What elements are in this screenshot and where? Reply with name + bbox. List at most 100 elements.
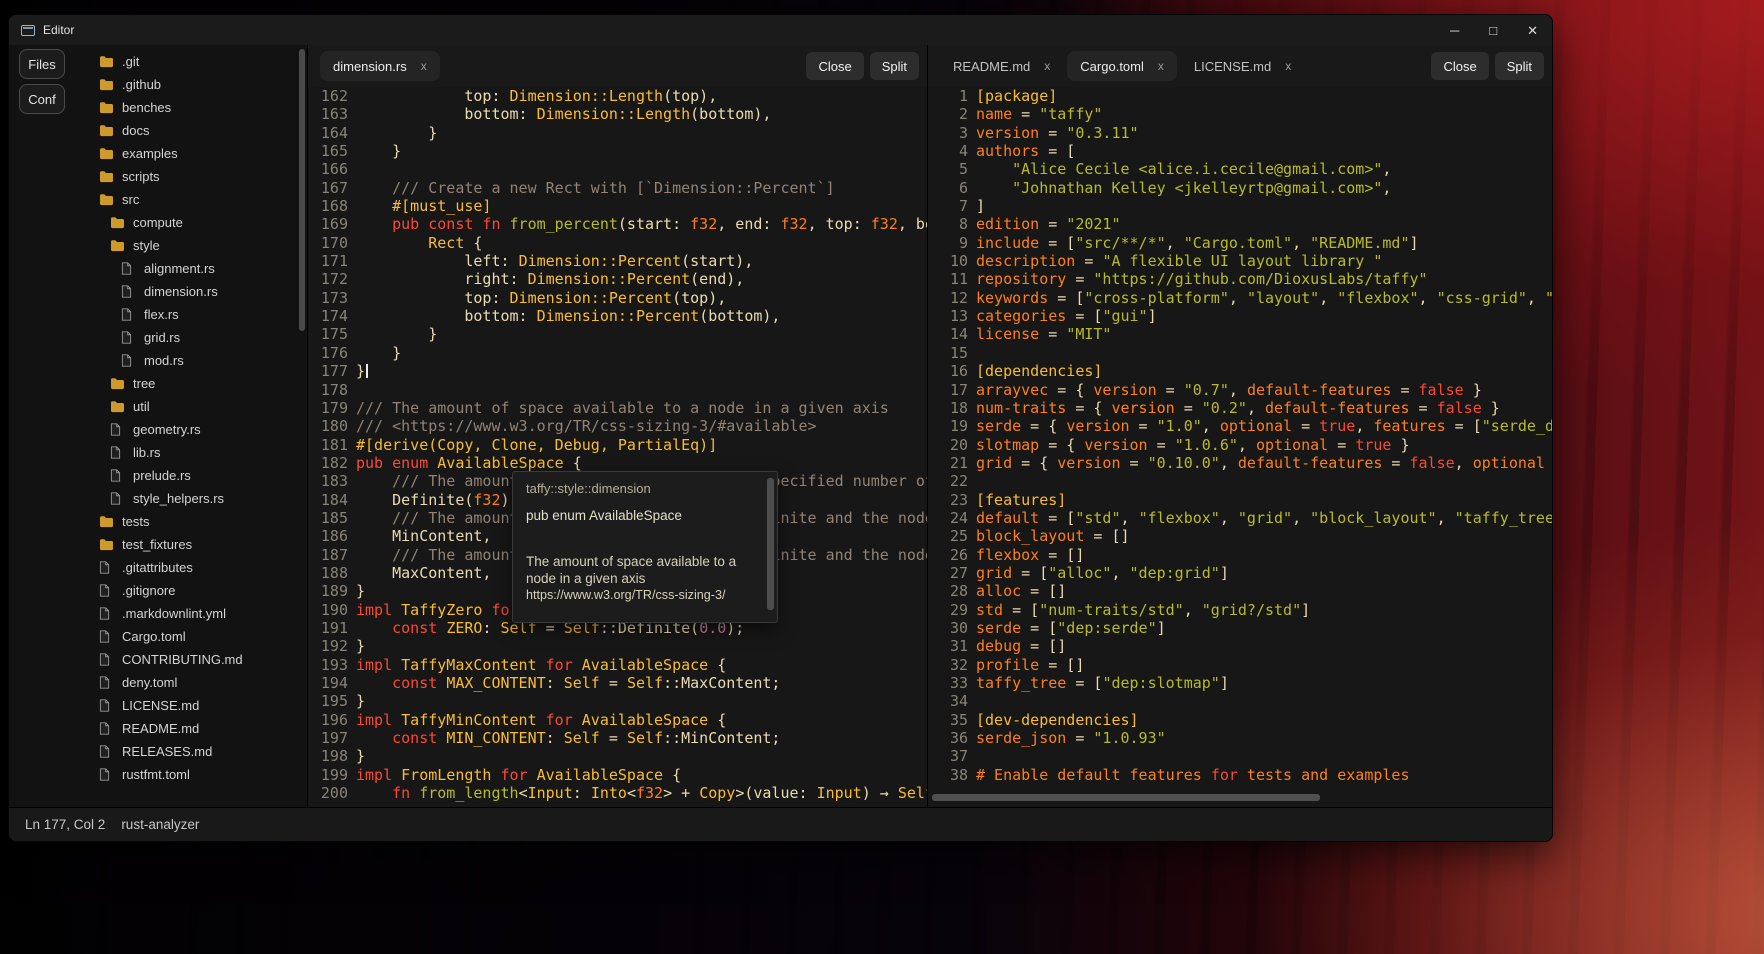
tree-item-benches[interactable]: benches [75,96,307,119]
tree-item--github[interactable]: .github [75,73,307,96]
code-line-21[interactable]: 21grid = { version = "0.10.0", default-f… [928,454,1552,472]
code-line-25[interactable]: 25block_layout = [] [928,527,1552,545]
code-line-23[interactable]: 23[features] [928,491,1552,509]
tree-item-style-helpers-rs[interactable]: style_helpers.rs [75,487,307,510]
code-line-173[interactable]: 173 top: Dimension::Percent(top), [308,289,927,307]
code-line-198[interactable]: 198} [308,747,927,765]
code-line-18[interactable]: 18num-traits = { version = "0.2", defaul… [928,399,1552,417]
code-line-193[interactable]: 193impl TaffyMaxContent for AvailableSpa… [308,656,927,674]
code-line-10[interactable]: 10description = "A flexible UI layout li… [928,252,1552,270]
tab-dimension-rs[interactable]: dimension.rs x [320,51,440,81]
code-line-165[interactable]: 165 } [308,142,927,160]
code-line-169[interactable]: 169 pub const fn from_percent(start: f32… [308,215,927,233]
code-line-166[interactable]: 166 [308,160,927,178]
left-editor-code[interactable]: 162 top: Dimension::Length(top),163 bott… [308,87,927,807]
tab-readme-md[interactable]: README.md x [940,51,1063,81]
code-line-31[interactable]: 31debug = [] [928,637,1552,655]
code-line-7[interactable]: 7] [928,197,1552,215]
tree-item-dimension-rs[interactable]: dimension.rs [75,280,307,303]
code-line-175[interactable]: 175 } [308,325,927,343]
tree-item-test-fixtures[interactable]: test_fixtures [75,533,307,556]
code-line-22[interactable]: 22 [928,472,1552,490]
tree-item-alignment-rs[interactable]: alignment.rs [75,257,307,280]
split-pane-button[interactable]: Split [1495,52,1544,80]
code-line-17[interactable]: 17arrayvec = { version = "0.7", default-… [928,381,1552,399]
tree-item--git[interactable]: .git [75,50,307,73]
code-line-35[interactable]: 35[dev-dependencies] [928,711,1552,729]
code-line-37[interactable]: 37 [928,747,1552,765]
code-line-179[interactable]: 179/// The amount of space available to … [308,399,927,417]
code-line-196[interactable]: 196impl TaffyMinContent for AvailableSpa… [308,711,927,729]
code-line-197[interactable]: 197 const MIN_CONTENT: Self = Self::MinC… [308,729,927,747]
right-editor-code[interactable]: 1[package]2name = "taffy"3version = "0.3… [928,87,1552,807]
code-line-36[interactable]: 36serde_json = "1.0.93" [928,729,1552,747]
code-line-194[interactable]: 194 const MAX_CONTENT: Self = Self::MaxC… [308,674,927,692]
code-line-164[interactable]: 164 } [308,124,927,142]
code-line-28[interactable]: 28alloc = [] [928,582,1552,600]
code-line-11[interactable]: 11repository = "https://github.com/Dioxu… [928,270,1552,288]
code-line-27[interactable]: 27grid = ["alloc", "dep:grid"] [928,564,1552,582]
code-line-181[interactable]: 181#[derive(Copy, Clone, Debug, PartialE… [308,436,927,454]
code-line-2[interactable]: 2name = "taffy" [928,105,1552,123]
code-line-8[interactable]: 8edition = "2021" [928,215,1552,233]
tree-item-scripts[interactable]: scripts [75,165,307,188]
tree-item-geometry-rs[interactable]: geometry.rs [75,418,307,441]
code-line-167[interactable]: 167 /// Create a new Rect with [`Dimensi… [308,179,927,197]
tree-item-contributing-md[interactable]: CONTRIBUTING.md [75,648,307,671]
tooltip-link[interactable]: https://www.w3.org/TR/css-sizing-3/ [526,588,753,602]
files-button[interactable]: Files [19,49,65,79]
tree-item-examples[interactable]: examples [75,142,307,165]
tree-item-tree[interactable]: tree [75,372,307,395]
tab-close-icon[interactable]: x [1285,59,1291,73]
tree-item-compute[interactable]: compute [75,211,307,234]
code-line-32[interactable]: 32profile = [] [928,656,1552,674]
code-line-3[interactable]: 3version = "0.3.11" [928,124,1552,142]
code-line-14[interactable]: 14license = "MIT" [928,325,1552,343]
code-line-13[interactable]: 13categories = ["gui"] [928,307,1552,325]
code-line-172[interactable]: 172 right: Dimension::Percent(end), [308,270,927,288]
tree-item-readme-md[interactable]: README.md [75,717,307,740]
tree-item--gitignore[interactable]: .gitignore [75,579,307,602]
code-line-38[interactable]: 38# Enable default features for tests an… [928,766,1552,784]
code-line-19[interactable]: 19serde = { version = "1.0", optional = … [928,417,1552,435]
code-line-20[interactable]: 20slotmap = { version = "1.0.6", optiona… [928,436,1552,454]
tab-close-icon[interactable]: x [421,59,427,73]
tree-item-grid-rs[interactable]: grid.rs [75,326,307,349]
tree-item-src[interactable]: src [75,188,307,211]
tree-item--markdownlint-yml[interactable]: .markdownlint.yml [75,602,307,625]
config-button[interactable]: Conf [19,84,65,114]
code-line-24[interactable]: 24default = ["std", "flexbox", "grid", "… [928,509,1552,527]
tree-scrollbar[interactable] [299,49,305,331]
code-line-182[interactable]: 182pub enum AvailableSpace { [308,454,927,472]
tab-cargo-toml[interactable]: Cargo.toml x [1067,51,1177,81]
tree-item-util[interactable]: util [75,395,307,418]
code-line-30[interactable]: 30serde = ["dep:serde"] [928,619,1552,637]
code-line-178[interactable]: 178 [308,381,927,399]
tree-item-style[interactable]: style [75,234,307,257]
code-line-29[interactable]: 29std = ["num-traits/std", "grid?/std"] [928,601,1552,619]
code-line-200[interactable]: 200 fn from_length<Input: Into<f32> + Co… [308,784,927,802]
code-line-176[interactable]: 176 } [308,344,927,362]
code-line-26[interactable]: 26flexbox = [] [928,546,1552,564]
split-pane-button[interactable]: Split [870,52,919,80]
code-line-180[interactable]: 180/// <https://www.w3.org/TR/css-sizing… [308,417,927,435]
code-line-6[interactable]: 6 "Johnathan Kelley <jkelleyrtp@gmail.co… [928,179,1552,197]
tree-item--gitattributes[interactable]: .gitattributes [75,556,307,579]
code-line-192[interactable]: 192} [308,637,927,655]
tree-item-tests[interactable]: tests [75,510,307,533]
title-bar[interactable]: Editor ─ □ ✕ [9,15,1552,45]
code-line-16[interactable]: 16[dependencies] [928,362,1552,380]
close-window-button[interactable]: ✕ [1527,24,1538,37]
code-line-5[interactable]: 5 "Alice Cecile <alice.i.cecile@gmail.co… [928,160,1552,178]
code-line-170[interactable]: 170 Rect { [308,234,927,252]
tree-item-rustfmt-toml[interactable]: rustfmt.toml [75,763,307,786]
code-line-9[interactable]: 9include = ["src/**/*", "Cargo.toml", "R… [928,234,1552,252]
tree-item-prelude-rs[interactable]: prelude.rs [75,464,307,487]
maximize-button[interactable]: □ [1489,24,1497,37]
code-line-1[interactable]: 1[package] [928,87,1552,105]
tab-license-md[interactable]: LICENSE.md x [1181,51,1304,81]
code-line-168[interactable]: 168 #[must_use] [308,197,927,215]
code-line-199[interactable]: 199impl FromLength for AvailableSpace { [308,766,927,784]
code-line-162[interactable]: 162 top: Dimension::Length(top), [308,87,927,105]
tree-item-license-md[interactable]: LICENSE.md [75,694,307,717]
